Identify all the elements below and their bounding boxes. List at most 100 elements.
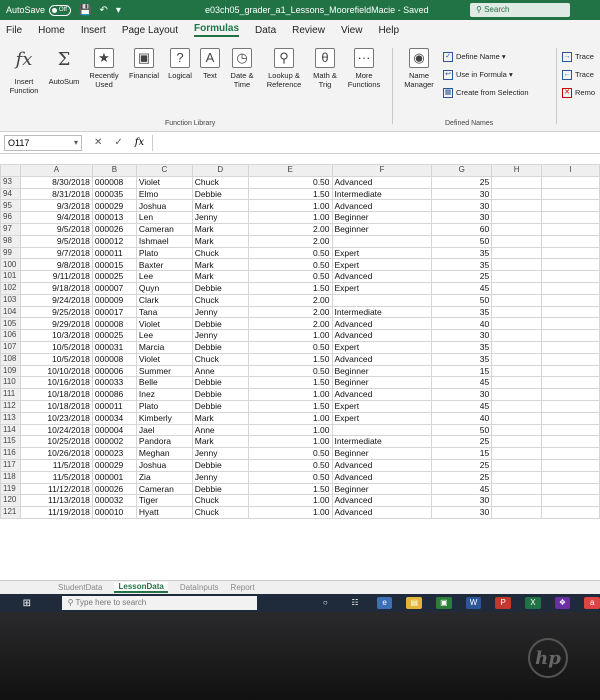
cell-hours[interactable]: 1.00 — [247, 329, 333, 342]
row-header[interactable]: 103 — [0, 293, 21, 307]
cell-h[interactable] — [491, 458, 543, 472]
cell-h[interactable] — [491, 340, 543, 354]
cell-amount[interactable]: 35 — [431, 305, 493, 319]
cell-student[interactable]: Tiger — [135, 494, 193, 508]
cell-student-id[interactable]: 000029 — [91, 458, 137, 472]
menu-tab-help[interactable]: Help — [378, 25, 399, 36]
cell-student[interactable]: Cameran — [135, 222, 193, 236]
cell-hours[interactable]: 1.00 — [247, 388, 333, 401]
cell-level[interactable]: Advanced — [331, 270, 433, 283]
cell-instructor[interactable]: Anne — [191, 364, 249, 378]
cancel-icon[interactable]: ✕ — [94, 137, 102, 148]
store-icon[interactable]: ▣ — [436, 597, 452, 609]
cell-date[interactable]: 11/5/2018 — [19, 470, 93, 484]
cell-amount[interactable]: 25 — [431, 435, 493, 449]
cell-student-id[interactable]: 000012 — [91, 234, 137, 248]
cell-student-id[interactable]: 000010 — [91, 506, 137, 519]
row-header[interactable]: 94 — [0, 187, 21, 201]
cell-instructor[interactable]: Chuck — [191, 175, 249, 189]
cell-instructor[interactable]: Mark — [191, 234, 249, 248]
cell-level[interactable] — [331, 423, 433, 437]
cell-student[interactable]: Cameran — [135, 482, 193, 496]
cell-level[interactable]: Expert — [331, 411, 433, 425]
menu-tab-page-layout[interactable]: Page Layout — [122, 25, 178, 36]
cell-student-id[interactable]: 000011 — [91, 399, 137, 413]
cell-level[interactable]: Expert — [331, 399, 433, 413]
cell-hours[interactable]: 1.00 — [247, 435, 333, 449]
row-header[interactable]: 115 — [0, 435, 21, 449]
cell-date[interactable]: 10/10/2018 — [19, 364, 93, 378]
cell-amount[interactable]: 15 — [431, 364, 493, 378]
sheet-tab-studentdata[interactable]: StudentData — [58, 583, 102, 592]
cell-i[interactable] — [541, 494, 600, 508]
cell-h[interactable] — [491, 246, 543, 260]
column-header-e[interactable]: E — [247, 164, 333, 177]
cell-i[interactable] — [541, 458, 600, 472]
cell-h[interactable] — [491, 222, 543, 236]
cell-hours[interactable]: 2.00 — [247, 305, 333, 319]
cell-instructor[interactable]: Debbie — [191, 340, 249, 354]
cell-i[interactable] — [541, 246, 600, 260]
cell-level[interactable]: Advanced — [331, 175, 433, 189]
cell-date[interactable]: 9/18/2018 — [19, 281, 93, 295]
cell-amount[interactable]: 30 — [431, 329, 493, 342]
menu-tab-file[interactable]: File — [6, 25, 22, 36]
cell-h[interactable] — [491, 211, 543, 224]
cell-date[interactable]: 10/16/2018 — [19, 376, 93, 390]
menu-tab-formulas[interactable]: Formulas — [194, 23, 240, 37]
cell-hours[interactable]: 1.00 — [247, 423, 333, 437]
cell-hours[interactable]: 1.00 — [247, 211, 333, 224]
row-header[interactable]: 104 — [0, 305, 21, 319]
cell-instructor[interactable]: Jenny — [191, 211, 249, 224]
cell-student[interactable]: Tana — [135, 305, 193, 319]
cell-student-id[interactable]: 000026 — [91, 482, 137, 496]
more-functions-button[interactable]: ··· More Functions — [344, 48, 384, 89]
cell-hours[interactable]: 1.00 — [247, 506, 333, 519]
row-header[interactable]: 108 — [0, 352, 21, 366]
cell-student-id[interactable]: 000023 — [91, 447, 137, 460]
formula-input[interactable] — [152, 134, 600, 151]
undo-icon[interactable]: ↶ — [99, 5, 107, 16]
cell-student[interactable]: Belle — [135, 376, 193, 390]
cell-hours[interactable]: 0.50 — [247, 458, 333, 472]
cell-h[interactable] — [491, 482, 543, 496]
cell-date[interactable]: 9/29/2018 — [19, 317, 93, 331]
cell-amount[interactable]: 25 — [431, 270, 493, 283]
cell-amount[interactable]: 40 — [431, 411, 493, 425]
cell-hours[interactable]: 0.50 — [247, 258, 333, 272]
financial-button[interactable]: ▣ Financial — [126, 48, 162, 80]
cell-student-id[interactable]: 000013 — [91, 211, 137, 224]
cell-level[interactable]: Beginner — [331, 222, 433, 236]
cell-student-id[interactable]: 000009 — [91, 293, 137, 307]
cell-hours[interactable]: 2.00 — [247, 293, 333, 307]
row-header[interactable]: 111 — [0, 388, 21, 401]
cell-h[interactable] — [491, 423, 543, 437]
cell-h[interactable] — [491, 187, 543, 201]
cell-i[interactable] — [541, 258, 600, 272]
row-header[interactable]: 96 — [0, 211, 21, 224]
cell-i[interactable] — [541, 211, 600, 224]
cell-hours[interactable]: 1.50 — [247, 187, 333, 201]
row-header[interactable]: 102 — [0, 281, 21, 295]
row-header[interactable]: 116 — [0, 447, 21, 460]
cell-h[interactable] — [491, 470, 543, 484]
cell-h[interactable] — [491, 411, 543, 425]
cell-level[interactable]: Expert — [331, 258, 433, 272]
cell-level[interactable]: Advanced — [331, 329, 433, 342]
cell-date[interactable]: 10/23/2018 — [19, 411, 93, 425]
cell-h[interactable] — [491, 399, 543, 413]
cell-level[interactable]: Expert — [331, 246, 433, 260]
cell-h[interactable] — [491, 199, 543, 213]
cell-student[interactable]: Pandora — [135, 435, 193, 449]
cell-amount[interactable]: 40 — [431, 317, 493, 331]
column-header-c[interactable]: C — [135, 164, 193, 177]
cell-instructor[interactable]: Debbie — [191, 458, 249, 472]
cell-i[interactable] — [541, 340, 600, 354]
cell-hours[interactable]: 1.00 — [247, 199, 333, 213]
column-header-b[interactable]: B — [91, 164, 137, 177]
cell-date[interactable]: 8/30/2018 — [19, 175, 93, 189]
cell-level[interactable] — [331, 234, 433, 248]
cell-i[interactable] — [541, 305, 600, 319]
cell-hours[interactable]: 0.50 — [247, 246, 333, 260]
text-button[interactable]: A Text — [198, 48, 222, 80]
